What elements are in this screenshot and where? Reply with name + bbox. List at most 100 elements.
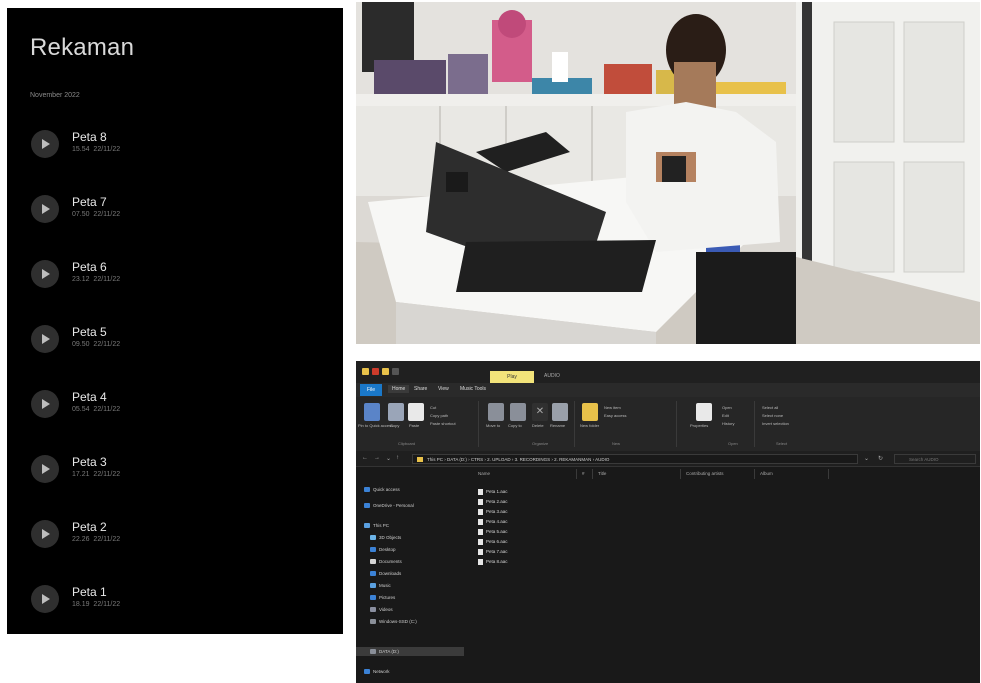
nav-item-network[interactable]: Network: [364, 669, 390, 675]
play-icon[interactable]: [31, 455, 59, 483]
up-icon[interactable]: ↑: [396, 455, 399, 461]
nav-item-downloads[interactable]: Downloads: [370, 571, 401, 577]
delete-label: Delete: [532, 423, 544, 428]
file-row[interactable]: Peta 4.aac: [478, 519, 508, 525]
tab-music-tools[interactable]: Music Tools: [460, 386, 486, 392]
ribbon-divider: [574, 401, 575, 447]
new-folder-icon[interactable]: [582, 403, 598, 421]
file-name: Peta 5.aac: [486, 529, 508, 535]
open-button[interactable]: Open: [722, 405, 732, 410]
play-icon[interactable]: [31, 520, 59, 548]
nav-item-3d-objects[interactable]: 3D Objects: [370, 535, 401, 541]
nav-label: Network: [373, 669, 390, 674]
paste-icon[interactable]: [408, 403, 424, 421]
nav-item-quick-access[interactable]: Quick access: [364, 487, 400, 493]
properties-icon[interactable]: [372, 368, 379, 375]
play-icon[interactable]: [31, 325, 59, 353]
column-header-name[interactable]: Name: [478, 471, 490, 476]
copy-to-label: Copy to: [508, 423, 522, 428]
star-icon: [364, 487, 370, 493]
file-row[interactable]: Peta 2.aac: [478, 499, 508, 505]
page-title: Rekaman: [30, 34, 135, 61]
nav-item-pictures[interactable]: Pictures: [370, 595, 395, 601]
new-folder-icon[interactable]: [382, 368, 389, 375]
tab-home[interactable]: Home: [388, 385, 410, 393]
copy-path-button[interactable]: Copy path: [430, 413, 448, 418]
recording-item[interactable]: Peta 3 17.21 22/11/22: [31, 451, 321, 491]
rename-label: Rename: [550, 423, 566, 428]
refresh-icon[interactable]: ↻: [878, 455, 883, 462]
navigation-pane: Quick access OneDrive - Personal This PC…: [356, 467, 464, 683]
tab-view[interactable]: View: [438, 386, 449, 392]
copy-icon[interactable]: [388, 403, 404, 421]
play-icon[interactable]: [31, 585, 59, 613]
new-item-button[interactable]: New item: [604, 405, 621, 410]
recording-time: 05.54: [72, 406, 90, 413]
recording-time: 15.54: [72, 146, 90, 153]
file-name: Peta 3.aac: [486, 509, 508, 515]
nav-item-music[interactable]: Music: [370, 583, 391, 589]
column-header-number[interactable]: #: [582, 471, 585, 476]
recording-item[interactable]: Peta 1 18.19 22/11/22: [31, 581, 321, 621]
rename-icon[interactable]: [552, 403, 568, 421]
document-icon: [370, 559, 376, 565]
back-icon[interactable]: ←: [362, 455, 368, 461]
nav-item-windows-ssd[interactable]: Windows-SSD (C:): [370, 619, 417, 625]
nav-item-data-drive[interactable]: DATA (D:): [370, 649, 399, 655]
recording-item[interactable]: Peta 4 05.54 22/11/22: [31, 386, 321, 426]
delete-icon[interactable]: ✕: [532, 403, 548, 421]
recording-time: 09.50: [72, 341, 90, 348]
search-input[interactable]: Search AUDIO: [894, 454, 976, 464]
file-row[interactable]: Peta 3.aac: [478, 509, 508, 515]
recording-meta: 22.26 22/11/22: [72, 536, 120, 543]
move-to-icon[interactable]: [488, 403, 504, 421]
history-button[interactable]: History: [722, 421, 734, 426]
recording-item[interactable]: Peta 8 15.54 22/11/22: [31, 126, 321, 166]
tab-file[interactable]: File: [360, 384, 382, 396]
file-row[interactable]: Peta 8.aac: [478, 559, 508, 565]
quick-access-dropdown-icon[interactable]: [392, 368, 399, 375]
nav-item-this-pc[interactable]: This PC: [364, 523, 389, 529]
recording-item[interactable]: Peta 6 23.12 22/11/22: [31, 256, 321, 296]
nav-item-videos[interactable]: Videos: [370, 607, 393, 613]
nav-item-onedrive[interactable]: OneDrive - Personal: [364, 503, 414, 509]
recent-locations-icon[interactable]: ⌄: [386, 455, 391, 462]
manage-tab[interactable]: Play: [490, 371, 534, 383]
tab-share[interactable]: Share: [414, 386, 427, 392]
nav-item-documents[interactable]: Documents: [370, 559, 402, 565]
audio-file-icon: [478, 549, 483, 555]
pin-icon[interactable]: [364, 403, 380, 421]
file-row[interactable]: Peta 5.aac: [478, 529, 508, 535]
breadcrumb[interactable]: This PC › DATA (D:) › CTRS › 2. UPLOAD ›…: [412, 454, 858, 464]
select-all-button[interactable]: Select all: [762, 405, 778, 410]
column-header-title[interactable]: Title: [598, 471, 606, 476]
select-none-button[interactable]: Select none: [762, 413, 783, 418]
play-icon[interactable]: [31, 130, 59, 158]
properties-icon[interactable]: [696, 403, 712, 421]
chevron-down-icon[interactable]: ⌄: [864, 455, 869, 462]
recording-item[interactable]: Peta 2 22.26 22/11/22: [31, 516, 321, 556]
invert-selection-button[interactable]: Invert selection: [762, 421, 789, 426]
recording-item[interactable]: Peta 5 09.50 22/11/22: [31, 321, 321, 361]
play-icon[interactable]: [31, 390, 59, 418]
paste-shortcut-button[interactable]: Paste shortcut: [430, 421, 456, 426]
file-row[interactable]: Peta 7.aac: [478, 549, 508, 555]
title-bar: Play AUDIO: [356, 361, 980, 383]
nav-label: OneDrive - Personal: [373, 503, 414, 508]
cut-button[interactable]: Cut: [430, 405, 436, 410]
play-icon[interactable]: [31, 260, 59, 288]
file-row[interactable]: Peta 1.aac: [478, 489, 508, 495]
desktop-icon: [370, 547, 376, 553]
edit-button[interactable]: Edit: [722, 413, 729, 418]
forward-icon[interactable]: →: [374, 455, 380, 461]
easy-access-button[interactable]: Easy access: [604, 413, 626, 418]
file-row[interactable]: Peta 6.aac: [478, 539, 508, 545]
copy-to-icon[interactable]: [510, 403, 526, 421]
recording-name: Peta 4: [72, 390, 107, 404]
nav-item-desktop[interactable]: Desktop: [370, 547, 396, 553]
play-icon[interactable]: [31, 195, 59, 223]
column-header-album[interactable]: Album: [760, 471, 773, 476]
recording-item[interactable]: Peta 7 07.50 22/11/22: [31, 191, 321, 231]
column-header-artists[interactable]: Contributing artists: [686, 471, 724, 476]
recordings-panel: Rekaman November 2022 Peta 8 15.54 22/11…: [7, 8, 343, 634]
